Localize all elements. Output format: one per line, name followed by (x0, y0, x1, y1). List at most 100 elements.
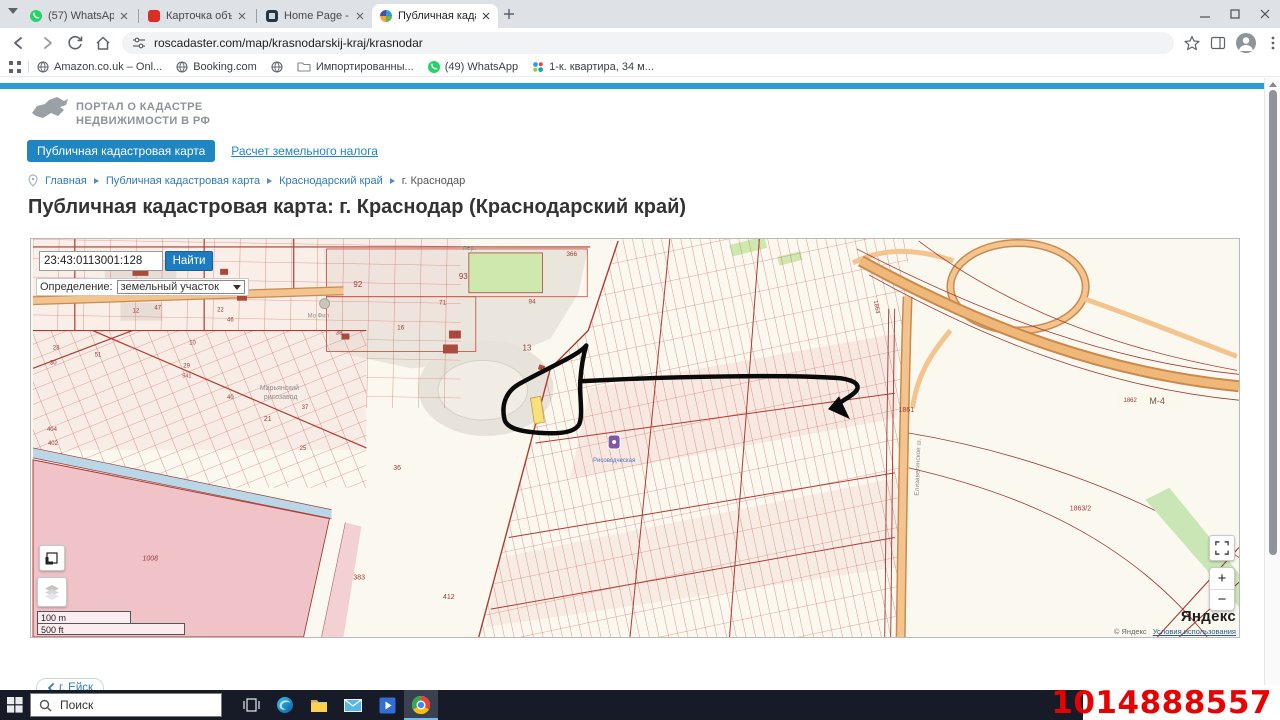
bookmark-flat-listing[interactable]: 1-к. квартира, 34 м... (532, 61, 654, 73)
bookmark-globe[interactable] (271, 61, 283, 73)
task-view-button[interactable] (234, 690, 268, 720)
browser-toolbar: roscadaster.com/map/krasnodarskij-kraj/k… (0, 28, 1280, 57)
apps-grid-icon[interactable] (8, 60, 22, 74)
chrome-icon[interactable] (404, 690, 438, 720)
fullscreen-button[interactable] (1209, 535, 1235, 561)
nav-tab-public-map[interactable]: Публичная кадастровая карта (27, 140, 215, 162)
map-search-button[interactable]: Найти (165, 251, 213, 271)
file-explorer-icon[interactable] (302, 690, 336, 720)
tab-agentsystem[interactable]: Home Page - AgentSystem (258, 4, 372, 28)
back-to-city-link[interactable]: г. Ейск (36, 678, 104, 690)
map-label: 366 (566, 251, 577, 258)
map-label: 38 (336, 330, 344, 337)
map-label: 7 (455, 332, 459, 339)
map-label: 36 (393, 465, 401, 472)
browser-menu-icon[interactable] (1266, 35, 1280, 51)
map-label: 12 (133, 309, 140, 315)
map-label: 47 (154, 306, 161, 312)
cadastral-number-input[interactable] (39, 251, 163, 271)
scrollbar-up-arrow[interactable] (1269, 82, 1277, 87)
mini-map-toggle-button[interactable] (39, 545, 65, 571)
home-button[interactable] (94, 34, 112, 52)
taskbar-icons (234, 690, 438, 720)
zoom-in-button[interactable]: + (1210, 568, 1234, 590)
nav-link-land-tax[interactable]: Расчет земельного налога (231, 144, 378, 158)
bookmark-amazon[interactable]: Amazon.co.uk – Onl... (37, 61, 162, 73)
layers-button[interactable] (37, 577, 67, 607)
mail-icon[interactable] (336, 690, 370, 720)
map-label: М-4 (1149, 396, 1164, 406)
cadastral-map-canvas[interactable]: пер.366939271941671338Мо Фил124722461028… (31, 239, 1239, 637)
bookmark-whatsapp[interactable]: (49) WhatsApp (428, 61, 518, 73)
site-nav: Публичная кадастровая карта Расчет земел… (27, 140, 378, 162)
listing-icon (532, 61, 544, 73)
bookmark-label: 1-к. квартира, 34 м... (549, 61, 654, 73)
site-logo-russia-map[interactable] (30, 95, 70, 125)
tab-object-card[interactable]: Карточка объекта недвижим (140, 4, 254, 28)
scale-feet: 500 ft (37, 623, 185, 635)
map-label: 1008 (142, 555, 158, 562)
terms-of-use-link[interactable]: Условия использования (1153, 627, 1236, 636)
tab-cadastral-map[interactable]: Публичная кадастровая карт (372, 4, 498, 28)
yandex-logo[interactable]: Яндекс (1181, 608, 1236, 625)
breadcrumb-home[interactable]: Главная (45, 175, 87, 187)
site-settings-icon[interactable] (132, 36, 146, 50)
map-label: пер. (463, 245, 476, 252)
object-type-select[interactable]: земельный участок (117, 280, 245, 294)
bookmark-imported-folder[interactable]: Импортированны... (297, 61, 414, 73)
bookmark-star-icon[interactable] (1184, 35, 1200, 51)
map-label: 30 (50, 360, 57, 366)
address-bar[interactable]: roscadaster.com/map/krasnodarskij-kraj/k… (122, 32, 1174, 54)
cadastral-favicon (380, 10, 392, 22)
map-filter-panel: Определение: земельный участок (36, 278, 249, 296)
tab-close-icon[interactable] (356, 12, 364, 20)
bookmark-label: (49) WhatsApp (445, 61, 518, 73)
edge-icon[interactable] (268, 690, 302, 720)
tab-label: Публичная кадастровая карт (398, 10, 476, 22)
map-label: 71 (439, 300, 447, 307)
map-label: 40 (227, 395, 234, 401)
tab-whatsapp[interactable]: (57) WhatsApp (22, 4, 136, 28)
map-label: 29 (183, 363, 190, 369)
window-maximize-button[interactable] (1220, 0, 1250, 28)
map-label: 25 (300, 446, 307, 452)
site-logo-text[interactable]: ПОРТАЛ О КАДАСТРЕ НЕДВИЖИМОСТИ В РФ (76, 100, 210, 128)
window-minimize-button[interactable] (1190, 0, 1220, 28)
movies-tv-icon[interactable] (370, 690, 404, 720)
map-label: Рисоводческая (593, 458, 635, 464)
bookmark-booking[interactable]: Booking.com (176, 61, 257, 73)
forward-button[interactable] (38, 34, 56, 52)
breadcrumb-current: г. Краснодар (402, 175, 466, 187)
window-close-button[interactable] (1250, 0, 1280, 28)
start-button[interactable] (0, 690, 30, 720)
side-panel-icon[interactable] (1210, 35, 1226, 51)
reload-button[interactable] (66, 34, 84, 52)
breadcrumb: Главная Публичная кадастровая карта Крас… (28, 174, 465, 187)
map-container: пер.366939271941671338Мо Фил124722461028… (30, 238, 1240, 638)
tab-close-icon[interactable] (482, 12, 490, 20)
whatsapp-favicon (30, 10, 42, 22)
search-icon (39, 699, 52, 712)
taskbar-search[interactable]: Поиск (30, 693, 222, 717)
folder-icon (297, 61, 311, 72)
map-scale: 100 m 500 ft (37, 611, 185, 635)
page-title: Публичная кадастровая карта: г. Краснода… (28, 196, 686, 219)
map-search-panel: Найти (39, 251, 213, 271)
profile-avatar[interactable] (1236, 33, 1256, 53)
zoom-out-button[interactable]: − (1210, 590, 1234, 611)
map-label: 383 (353, 574, 365, 581)
tab-close-icon[interactable] (238, 12, 246, 20)
tabstrip-chevron-icon[interactable] (8, 8, 18, 14)
scrollbar-thumb[interactable] (1269, 90, 1277, 555)
new-tab-button[interactable] (502, 7, 516, 21)
map-label: Мо Фил (308, 314, 330, 320)
breadcrumb-public-map[interactable]: Публичная кадастровая карта (106, 175, 260, 187)
back-button[interactable] (10, 34, 28, 52)
breadcrumb-region[interactable]: Краснодарский край (279, 175, 383, 187)
overlay-phone-number: 1014888557 (1083, 685, 1280, 720)
window-controls (1190, 0, 1280, 28)
copyright-text: © Яндекс (1114, 627, 1147, 636)
tab-close-icon[interactable] (120, 12, 128, 20)
page-scrollbar[interactable] (1264, 78, 1280, 690)
map-label: 1861 (899, 407, 915, 414)
